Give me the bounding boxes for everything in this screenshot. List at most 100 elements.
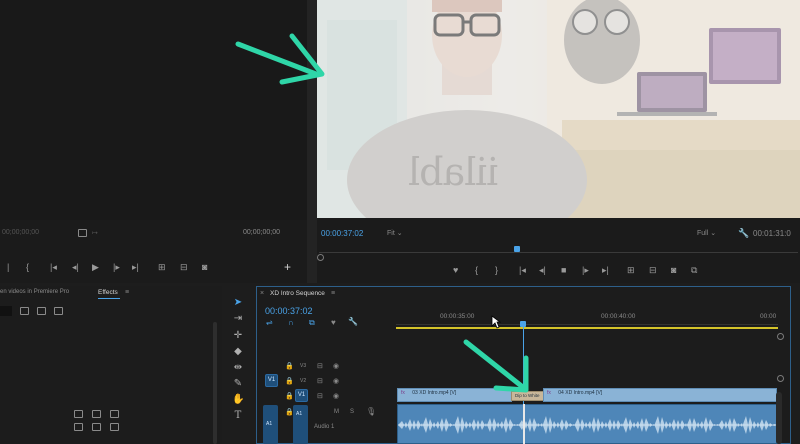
track-lock-icon[interactable]: 🔒 (285, 408, 294, 416)
stop-icon[interactable]: ■ (561, 265, 566, 275)
step-forward-icon[interactable]: |▸ (113, 262, 120, 272)
fx-badge-icon: fx (547, 390, 551, 396)
type-tool-icon[interactable]: T (232, 410, 244, 422)
slip-icon[interactable]: ⇹ (232, 362, 244, 374)
audio-playhead-overlay (523, 404, 525, 444)
add-button-icon[interactable]: + (284, 261, 291, 273)
scroll-handle-top[interactable] (777, 333, 784, 340)
mark-out-icon[interactable]: } (495, 265, 498, 275)
sequence-menu-icon[interactable]: ≡ (331, 290, 335, 297)
clip-name: 03 XD Intro.mp4 [V] (412, 390, 457, 396)
source-patch-v1[interactable]: V1 (265, 374, 278, 387)
track-sync-icon[interactable]: ⊟ (317, 377, 323, 385)
hand-icon[interactable]: ✋ (232, 394, 244, 406)
mark-out-icon[interactable]: { (26, 262, 29, 272)
source-controls: | { |◂ ◂| ▶ |▸ ▸| ⊞ ⊟ ◙ + (0, 261, 307, 276)
effect-folder-icon[interactable] (110, 410, 119, 418)
camera-icon[interactable]: ◙ (202, 262, 207, 272)
fit-dropdown[interactable]: Fit ⌄ (387, 229, 403, 237)
overwrite-icon[interactable]: ⊟ (180, 262, 188, 272)
track-lock-icon[interactable]: 🔒 (285, 377, 294, 385)
annotation-arrow-top (235, 33, 325, 85)
track-lock-icon[interactable]: 🔒 (285, 392, 294, 400)
track-label-v2: V2 (300, 378, 307, 384)
compare-icon[interactable]: ⧉ (691, 265, 697, 275)
timeline-ruler[interactable]: 00:00:35:00 00:00:40:00 00:00 (396, 300, 778, 330)
step-back-icon[interactable]: ◂| (539, 265, 546, 275)
project-tab-bar: en videos in Premiere Pro Effects ≡ (0, 286, 222, 300)
snap-icon[interactable]: ∩ (288, 318, 294, 327)
source-insert-icon[interactable] (78, 229, 87, 237)
source-patch-a1-label: A1 (266, 421, 273, 427)
track-eye-icon[interactable]: ◉ (333, 392, 339, 400)
effect-folder-icon[interactable] (92, 410, 101, 418)
track-scrollbar[interactable] (776, 392, 782, 444)
marker-icon[interactable]: ♥ (453, 265, 458, 275)
yuv-effects-icon[interactable] (54, 307, 63, 315)
sequence-tab[interactable]: XD Intro Sequence (270, 290, 325, 297)
track-sync-icon[interactable]: ⊟ (317, 392, 323, 400)
extract-icon[interactable]: ⊟ (649, 265, 657, 275)
add-marker-icon[interactable]: ♥ (331, 318, 336, 327)
go-to-out-icon[interactable]: ▸| (602, 265, 609, 275)
nest-icon[interactable]: ⇌ (266, 318, 273, 327)
linked-selection-icon[interactable]: ⧉ (309, 318, 315, 328)
source-timecode-left: 00;00;00;00 (2, 229, 39, 236)
playhead-marker[interactable] (514, 246, 520, 252)
track-label-v3: V3 (300, 363, 307, 369)
tab-project[interactable]: en videos in Premiere Pro (0, 289, 69, 295)
selection-tool-icon[interactable]: ➤ (232, 297, 244, 309)
timeline-settings-icon[interactable]: 🔧 (348, 317, 358, 326)
chevron-down-icon: ⌄ (710, 230, 717, 237)
program-scrub-bar[interactable] (317, 246, 800, 261)
source-export-icon[interactable]: ↦ (92, 229, 98, 237)
razor-icon[interactable]: ◆ (232, 346, 244, 358)
timeline-close-icon[interactable]: × (260, 290, 264, 297)
program-video-frame: iilabl (317, 0, 800, 218)
step-forward-icon[interactable]: |▸ (582, 265, 589, 275)
mute-button[interactable]: M (334, 409, 339, 415)
track-lock-icon[interactable]: 🔒 (285, 362, 294, 370)
lift-icon[interactable]: ⊞ (627, 265, 635, 275)
pen-icon[interactable]: ✎ (232, 378, 244, 390)
source-timecode: 00;00;00;00 (243, 229, 280, 236)
ripple-edit-icon[interactable]: ✛ (232, 330, 244, 342)
effect-folder-icon[interactable] (74, 423, 83, 431)
audio-clip[interactable] (397, 404, 777, 444)
new-bin-icon[interactable] (20, 307, 29, 315)
scroll-handle-bottom[interactable] (777, 375, 784, 382)
go-to-in-icon[interactable]: |◂ (50, 262, 57, 272)
effect-folder-icon[interactable] (110, 423, 119, 431)
track-target-v1[interactable]: V1 (295, 389, 308, 402)
work-area-bar[interactable] (396, 327, 778, 329)
go-to-out-icon[interactable]: ▸| (132, 262, 139, 272)
track-select-icon[interactable]: ⇥ (232, 313, 244, 325)
mark-in-icon[interactable]: | (7, 262, 9, 272)
fit-value: Fit (387, 230, 395, 237)
insert-icon[interactable]: ⊞ (158, 262, 166, 272)
tab-effects[interactable]: Effects (98, 289, 118, 296)
scrub-start-handle[interactable] (317, 254, 324, 261)
solo-button[interactable]: S (350, 409, 354, 415)
wrench-icon[interactable]: 🔧 (738, 228, 749, 239)
mark-in-icon[interactable]: { (475, 265, 478, 275)
effect-folder-icon[interactable] (92, 423, 101, 431)
track-eye-icon[interactable]: ◉ (333, 377, 339, 385)
project-scrollbar[interactable] (213, 322, 217, 444)
effect-folder-icon[interactable] (74, 410, 83, 418)
resolution-dropdown[interactable]: Full ⌄ (697, 229, 716, 237)
track-sync-icon[interactable]: ⊟ (317, 362, 323, 370)
camera-icon[interactable]: ◙ (671, 265, 676, 275)
audio-waveform (398, 416, 776, 434)
step-back-icon[interactable]: ◂| (72, 262, 79, 272)
go-to-in-icon[interactable]: |◂ (519, 265, 526, 275)
effects-search-field[interactable] (0, 306, 12, 316)
panel-menu-icon[interactable]: ≡ (125, 289, 129, 296)
play-icon[interactable]: ▶ (92, 262, 99, 272)
accelerated-effects-icon[interactable] (37, 307, 46, 315)
track-eye-icon[interactable]: ◉ (333, 362, 339, 370)
microphone-icon[interactable]: 🎙 (366, 407, 376, 416)
timeline-timecode[interactable]: 00:00:37:02 (265, 306, 313, 316)
video-clip[interactable]: fx 04 XD Intro.mp4 [V] (543, 388, 777, 402)
program-timecode[interactable]: 00:00:37:02 (321, 229, 363, 238)
